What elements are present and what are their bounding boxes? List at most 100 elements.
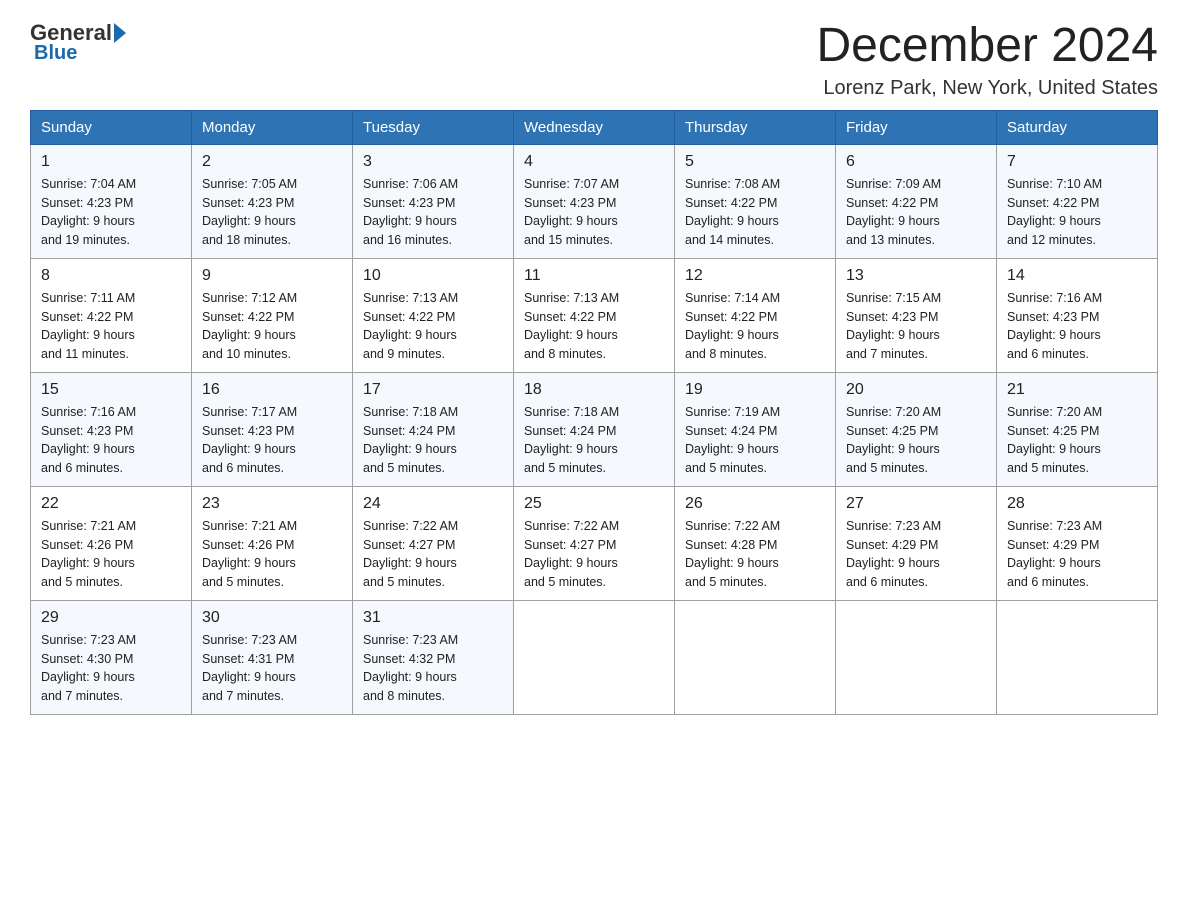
page-header: General Blue December 2024 Lorenz Park, …: [30, 20, 1158, 100]
logo-blue-text: Blue: [34, 42, 77, 65]
calendar-cell: 29 Sunrise: 7:23 AMSunset: 4:30 PMDayligh…: [31, 600, 192, 714]
day-info: Sunrise: 7:20 AMSunset: 4:25 PMDaylight:…: [846, 403, 986, 478]
day-info: Sunrise: 7:15 AMSunset: 4:23 PMDaylight:…: [846, 289, 986, 364]
calendar-cell: 23 Sunrise: 7:21 AMSunset: 4:26 PMDayligh…: [192, 486, 353, 600]
day-info: Sunrise: 7:08 AMSunset: 4:22 PMDaylight:…: [685, 175, 825, 250]
calendar-cell: 15 Sunrise: 7:16 AMSunset: 4:23 PMDayligh…: [31, 372, 192, 486]
calendar-cell: 24 Sunrise: 7:22 AMSunset: 4:27 PMDayligh…: [353, 486, 514, 600]
day-info: Sunrise: 7:18 AMSunset: 4:24 PMDaylight:…: [524, 403, 664, 478]
calendar-cell: 6Sunrise: 7:09 AMSunset: 4:22 PMDaylight…: [836, 144, 997, 258]
calendar-cell: 10Sunrise: 7:13 AMSunset: 4:22 PMDayligh…: [353, 258, 514, 372]
day-number: 13: [846, 267, 986, 285]
day-info: Sunrise: 7:23 AMSunset: 4:29 PMDaylight:…: [1007, 517, 1147, 592]
day-number: 29: [41, 609, 181, 627]
calendar-cell: 4 Sunrise: 7:07 AMSunset: 4:23 PMDaylight…: [514, 144, 675, 258]
day-number: 25: [524, 495, 664, 513]
day-number: 4: [524, 153, 664, 171]
day-info: Sunrise: 7:23 AMSunset: 4:31 PMDaylight:…: [202, 631, 342, 706]
calendar-cell: [514, 600, 675, 714]
day-number: 9: [202, 267, 342, 285]
calendar-cell: 9 Sunrise: 7:12 AMSunset: 4:22 PMDaylight…: [192, 258, 353, 372]
day-info: Sunrise: 7:16 AMSunset: 4:23 PMDaylight:…: [41, 403, 181, 478]
day-info: Sunrise: 7:06 AMSunset: 4:23 PMDaylight:…: [363, 175, 503, 250]
calendar-week-row: 1 Sunrise: 7:04 AMSunset: 4:23 PMDaylight…: [31, 144, 1158, 258]
day-info: Sunrise: 7:21 AMSunset: 4:26 PMDaylight:…: [41, 517, 181, 592]
calendar-cell: 1 Sunrise: 7:04 AMSunset: 4:23 PMDaylight…: [31, 144, 192, 258]
day-info: Sunrise: 7:05 AMSunset: 4:23 PMDaylight:…: [202, 175, 342, 250]
location-text: Lorenz Park, New York, United States: [816, 77, 1158, 100]
day-info: Sunrise: 7:11 AMSunset: 4:22 PMDaylight:…: [41, 289, 181, 364]
calendar-cell: 31Sunrise: 7:23 AMSunset: 4:32 PMDayligh…: [353, 600, 514, 714]
month-title: December 2024: [816, 20, 1158, 73]
header-thursday: Thursday: [675, 110, 836, 144]
logo-arrow-icon: [114, 23, 126, 43]
header-friday: Friday: [836, 110, 997, 144]
header-tuesday: Tuesday: [353, 110, 514, 144]
calendar-cell: 8 Sunrise: 7:11 AMSunset: 4:22 PMDaylight…: [31, 258, 192, 372]
day-number: 16: [202, 381, 342, 399]
day-number: 31: [363, 609, 503, 627]
day-number: 8: [41, 267, 181, 285]
calendar-cell: 20 Sunrise: 7:20 AMSunset: 4:25 PMDayligh…: [836, 372, 997, 486]
day-info: Sunrise: 7:04 AMSunset: 4:23 PMDaylight:…: [41, 175, 181, 250]
day-info: Sunrise: 7:23 AMSunset: 4:30 PMDaylight:…: [41, 631, 181, 706]
calendar-header-row: SundayMondayTuesdayWednesdayThursdayFrid…: [31, 110, 1158, 144]
calendar-week-row: 22 Sunrise: 7:21 AMSunset: 4:26 PMDayligh…: [31, 486, 1158, 600]
calendar-cell: 30 Sunrise: 7:23 AMSunset: 4:31 PMDayligh…: [192, 600, 353, 714]
calendar-cell: 25Sunrise: 7:22 AMSunset: 4:27 PMDayligh…: [514, 486, 675, 600]
day-number: 18: [524, 381, 664, 399]
day-number: 3: [363, 153, 503, 171]
day-number: 10: [363, 267, 503, 285]
day-info: Sunrise: 7:09 AMSunset: 4:22 PMDaylight:…: [846, 175, 986, 250]
calendar-cell: 18 Sunrise: 7:18 AMSunset: 4:24 PMDayligh…: [514, 372, 675, 486]
calendar-cell: 2 Sunrise: 7:05 AMSunset: 4:23 PMDaylight…: [192, 144, 353, 258]
day-number: 30: [202, 609, 342, 627]
calendar-cell: 26Sunrise: 7:22 AMSunset: 4:28 PMDayligh…: [675, 486, 836, 600]
calendar-cell: [836, 600, 997, 714]
day-number: 24: [363, 495, 503, 513]
header-saturday: Saturday: [997, 110, 1158, 144]
day-info: Sunrise: 7:14 AMSunset: 4:22 PMDaylight:…: [685, 289, 825, 364]
day-number: 21: [1007, 381, 1147, 399]
header-wednesday: Wednesday: [514, 110, 675, 144]
day-number: 28: [1007, 495, 1147, 513]
day-number: 23: [202, 495, 342, 513]
day-info: Sunrise: 7:22 AMSunset: 4:27 PMDaylight:…: [363, 517, 503, 592]
day-number: 11: [524, 267, 664, 285]
day-info: Sunrise: 7:16 AMSunset: 4:23 PMDaylight:…: [1007, 289, 1147, 364]
day-info: Sunrise: 7:10 AMSunset: 4:22 PMDaylight:…: [1007, 175, 1147, 250]
calendar-cell: [675, 600, 836, 714]
day-info: Sunrise: 7:07 AMSunset: 4:23 PMDaylight:…: [524, 175, 664, 250]
day-number: 15: [41, 381, 181, 399]
calendar-week-row: 15 Sunrise: 7:16 AMSunset: 4:23 PMDayligh…: [31, 372, 1158, 486]
day-info: Sunrise: 7:12 AMSunset: 4:22 PMDaylight:…: [202, 289, 342, 364]
day-number: 12: [685, 267, 825, 285]
day-info: Sunrise: 7:23 AMSunset: 4:29 PMDaylight:…: [846, 517, 986, 592]
calendar-cell: 22 Sunrise: 7:21 AMSunset: 4:26 PMDayligh…: [31, 486, 192, 600]
day-number: 17: [363, 381, 503, 399]
day-number: 22: [41, 495, 181, 513]
day-number: 19: [685, 381, 825, 399]
calendar-cell: 12 Sunrise: 7:14 AMSunset: 4:22 PMDayligh…: [675, 258, 836, 372]
calendar-cell: 27 Sunrise: 7:23 AMSunset: 4:29 PMDayligh…: [836, 486, 997, 600]
day-info: Sunrise: 7:13 AMSunset: 4:22 PMDaylight:…: [524, 289, 664, 364]
day-number: 1: [41, 153, 181, 171]
calendar-cell: 19Sunrise: 7:19 AMSunset: 4:24 PMDayligh…: [675, 372, 836, 486]
day-number: 7: [1007, 153, 1147, 171]
calendar-cell: [997, 600, 1158, 714]
calendar-cell: 21Sunrise: 7:20 AMSunset: 4:25 PMDayligh…: [997, 372, 1158, 486]
header-sunday: Sunday: [31, 110, 192, 144]
day-info: Sunrise: 7:22 AMSunset: 4:28 PMDaylight:…: [685, 517, 825, 592]
day-number: 20: [846, 381, 986, 399]
day-number: 27: [846, 495, 986, 513]
day-number: 5: [685, 153, 825, 171]
calendar-cell: 14 Sunrise: 7:16 AMSunset: 4:23 PMDayligh…: [997, 258, 1158, 372]
logo: General Blue: [30, 20, 128, 65]
calendar-week-row: 29 Sunrise: 7:23 AMSunset: 4:30 PMDayligh…: [31, 600, 1158, 714]
day-number: 2: [202, 153, 342, 171]
calendar-cell: 11 Sunrise: 7:13 AMSunset: 4:22 PMDayligh…: [514, 258, 675, 372]
day-info: Sunrise: 7:21 AMSunset: 4:26 PMDaylight:…: [202, 517, 342, 592]
day-number: 14: [1007, 267, 1147, 285]
calendar-table: SundayMondayTuesdayWednesdayThursdayFrid…: [30, 110, 1158, 715]
calendar-cell: 3 Sunrise: 7:06 AMSunset: 4:23 PMDaylight…: [353, 144, 514, 258]
